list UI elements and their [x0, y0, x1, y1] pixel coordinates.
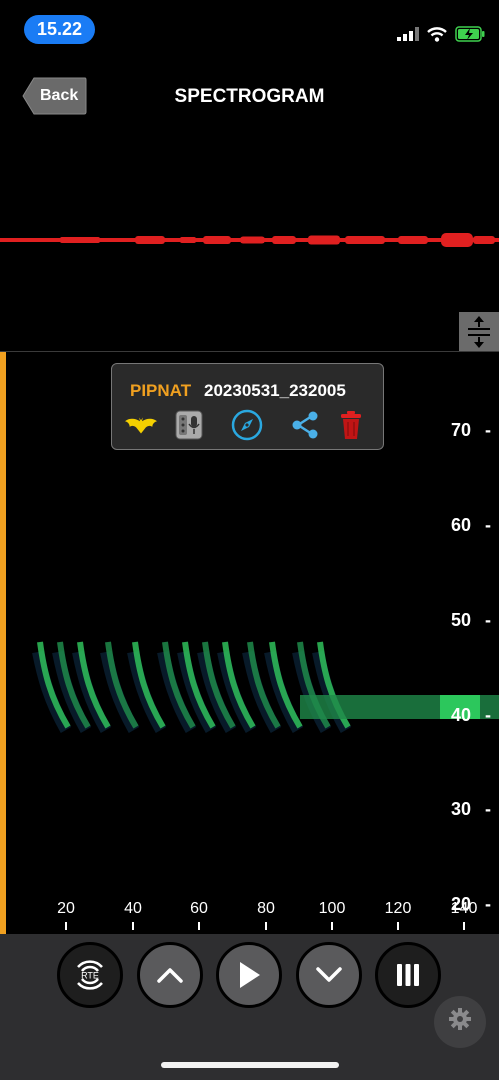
- scroll-down-button[interactable]: [296, 942, 362, 1008]
- y-tick-label: 70: [450, 420, 471, 440]
- rte-button[interactable]: RTE: [57, 942, 123, 1008]
- waveform: [0, 233, 499, 247]
- x-tick-label: 60: [190, 900, 208, 917]
- x-tick-label: 120: [384, 900, 412, 917]
- y-tick-label: 40: [450, 705, 471, 725]
- y-tick-label: 60: [450, 515, 471, 535]
- home-indicator: [161, 1062, 339, 1068]
- playhead-bar[interactable]: [0, 352, 6, 934]
- x-tick-mark: [265, 922, 267, 930]
- recording-info-popup: PIPNAT 20230531_232005: [111, 363, 384, 450]
- y-tick-mark: -: [485, 420, 491, 440]
- x-tick-label: 100: [318, 900, 346, 917]
- y-tick-mark: -: [485, 610, 491, 630]
- x-tick-mark: [65, 922, 67, 930]
- x-tick-label: 20: [57, 900, 75, 917]
- share-icon[interactable]: [288, 408, 322, 442]
- x-tick-mark: [198, 922, 200, 930]
- y-tick-mark: -: [485, 799, 491, 819]
- settings-button[interactable]: [434, 996, 486, 1048]
- menu-button[interactable]: [375, 942, 441, 1008]
- resize-handle[interactable]: [459, 312, 499, 352]
- chevron-down-icon: [316, 967, 342, 982]
- battery-charging-icon: [455, 26, 485, 42]
- signal-icon: [397, 27, 419, 41]
- trash-icon[interactable]: [334, 408, 368, 442]
- x-tick-label: 80: [257, 900, 275, 917]
- recording-filename: 20230531_232005: [204, 381, 346, 400]
- y-tick-mark: -: [485, 515, 491, 535]
- x-tick-label: 40: [124, 900, 142, 917]
- y-tick-label: 30: [450, 799, 471, 819]
- x-tick-mark: [132, 922, 134, 930]
- columns-icon: [397, 964, 419, 986]
- rte-label: RTE: [81, 971, 99, 981]
- rte-icon: RTE: [77, 960, 103, 990]
- play-icon: [240, 962, 260, 988]
- expand-vertical-icon: [468, 316, 490, 348]
- wifi-icon: [427, 26, 447, 42]
- y-tick-mark: -: [485, 705, 491, 725]
- recorder-icon[interactable]: [172, 408, 206, 442]
- gear-icon: [449, 1008, 471, 1030]
- y-tick-mark: -: [485, 894, 491, 914]
- chevron-up-icon: [157, 968, 183, 983]
- play-button[interactable]: [216, 942, 282, 1008]
- status-icons: [397, 26, 485, 42]
- scroll-up-button[interactable]: [137, 942, 203, 1008]
- x-tick-mark: [331, 922, 333, 930]
- bat-icon[interactable]: [124, 408, 158, 442]
- status-time: 15.22: [24, 15, 95, 44]
- x-tick-label: 140: [450, 900, 478, 917]
- page-title: SPECTROGRAM: [174, 86, 325, 107]
- compass-icon[interactable]: [230, 408, 264, 442]
- x-tick-mark: [463, 922, 465, 930]
- y-tick-label: 50: [450, 610, 471, 630]
- x-tick-mark: [397, 922, 399, 930]
- species-code[interactable]: PIPNAT: [130, 381, 191, 401]
